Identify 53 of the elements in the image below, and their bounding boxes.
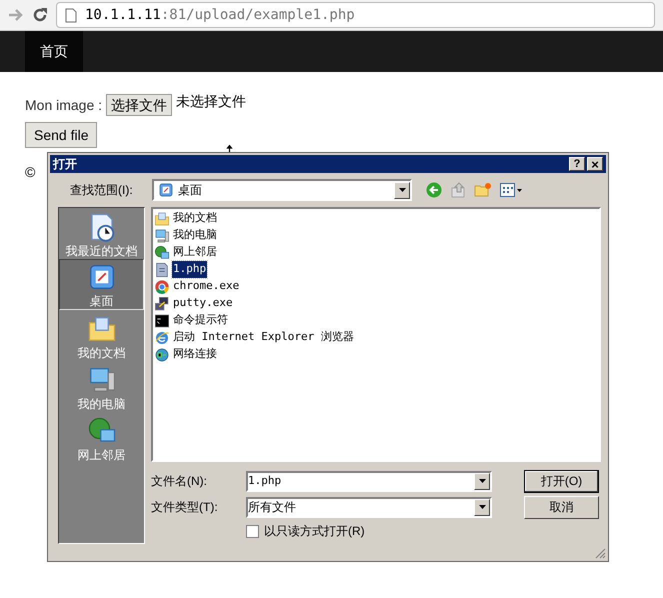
- help-button[interactable]: ?: [569, 157, 585, 171]
- field-label: Mon image :: [25, 96, 102, 115]
- resize-grip-icon: [595, 548, 606, 559]
- folder-icon: [154, 210, 170, 226]
- file-type-dropdown[interactable]: 所有文件: [246, 496, 492, 518]
- file-name[interactable]: putty.exe: [172, 295, 234, 312]
- read-only-checkbox[interactable]: [246, 524, 259, 538]
- network-globe-icon: [154, 346, 170, 362]
- globe-computer-icon: [154, 244, 170, 260]
- read-only-label: 以只读方式打开(R): [264, 523, 365, 540]
- reload-icon[interactable]: [32, 7, 48, 23]
- chrome-icon: [154, 278, 170, 294]
- cancel-button[interactable]: 取消: [524, 496, 599, 518]
- file-name[interactable]: 网上邻居: [172, 244, 218, 261]
- file-name[interactable]: 网络连接: [172, 346, 218, 363]
- file-status: 未选择文件: [176, 92, 246, 110]
- desktop-icon: [158, 182, 174, 198]
- folder-icon: [86, 314, 116, 344]
- nav-tab[interactable]: 首页: [25, 31, 83, 72]
- file-name[interactable]: 1.php: [172, 261, 208, 278]
- file-name[interactable]: 我的文档: [172, 210, 218, 227]
- file-type-label: 文件类型(T):: [151, 499, 219, 516]
- dropdown-value: 所有文件: [248, 499, 297, 516]
- address-bar[interactable]: 10.1.1.11:81/upload/example1.php: [56, 2, 655, 28]
- view-menu-icon[interactable]: [500, 183, 522, 197]
- dialog-title: 打开: [53, 156, 78, 173]
- look-in-label: 查找范围(I):: [70, 182, 134, 199]
- terminal-icon: [154, 312, 170, 328]
- place-item[interactable]: 桌面: [59, 259, 144, 310]
- terminal-computer-icon: [154, 296, 170, 312]
- file-icon: [154, 262, 170, 278]
- close-button[interactable]: ×: [587, 157, 603, 171]
- e-globe-icon: [154, 330, 170, 346]
- file-name[interactable]: 命令提示符: [172, 312, 229, 329]
- send-file-button[interactable]: Send file: [25, 122, 98, 148]
- copyright-text: ©: [25, 163, 36, 182]
- back-icon[interactable]: [426, 182, 442, 198]
- page-icon: [65, 8, 77, 22]
- computer-icon: [154, 228, 170, 244]
- choose-file-button[interactable]: 选择文件: [106, 94, 172, 116]
- dropdown-value: 桌面: [178, 182, 203, 199]
- place-item[interactable]: 我的电脑: [59, 361, 144, 412]
- file-name[interactable]: chrome.exe: [172, 278, 240, 295]
- file-name-label: 文件名(N):: [151, 473, 208, 490]
- place-item[interactable]: 我的文档: [59, 310, 144, 361]
- file-name-field[interactable]: 1.php: [246, 470, 492, 492]
- place-item[interactable]: 我最近的文档: [59, 208, 144, 259]
- look-in-dropdown[interactable]: 桌面: [152, 179, 412, 201]
- place-item[interactable]: 网上邻居: [59, 412, 144, 463]
- url-text: 10.1.1.11:81/upload/example1.php: [85, 6, 355, 24]
- file-name[interactable]: 我的电脑: [172, 227, 218, 244]
- file-name[interactable]: 启动 Internet Explorer 浏览器: [172, 329, 355, 346]
- open-button[interactable]: 打开(O): [524, 470, 599, 492]
